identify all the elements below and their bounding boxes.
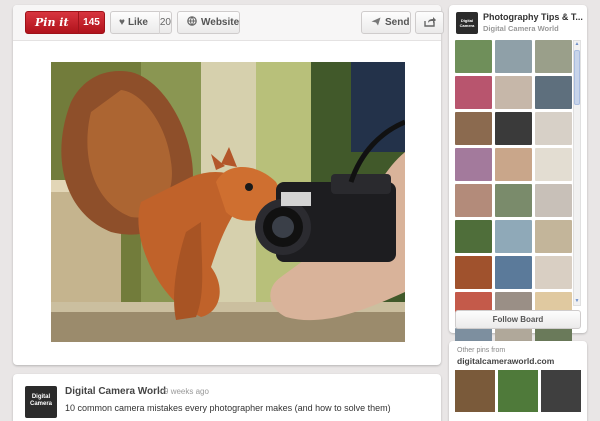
board-pin-thumbnail[interactable]: [535, 184, 572, 217]
board-title-link[interactable]: Photography Tips & T...: [483, 12, 583, 22]
share-button[interactable]: [415, 11, 444, 34]
board-pin-thumbnail[interactable]: [495, 40, 532, 73]
scroll-down-icon[interactable]: ▼: [574, 298, 580, 305]
send-button[interactable]: Send: [361, 11, 411, 34]
like-label: Like: [127, 17, 148, 28]
board-pin-thumbnail[interactable]: [495, 112, 532, 145]
pin-it-button[interactable]: Pin it 145: [25, 11, 105, 34]
board-pin-thumbnail[interactable]: [455, 76, 492, 109]
send-label: Send: [385, 17, 410, 28]
board-avatar[interactable]: Digital Camera: [456, 12, 478, 34]
board-pin-thumbnail[interactable]: [455, 184, 492, 217]
board-pin-thumbnail[interactable]: [495, 220, 532, 253]
pin-count: 145: [83, 17, 100, 28]
other-pins-thumbnail-grid: [455, 370, 581, 412]
board-owner-link[interactable]: Digital Camera World: [483, 24, 559, 33]
board-pin-thumbnail[interactable]: [455, 40, 492, 73]
squirrel-camera-photo: [51, 62, 405, 342]
pin-image[interactable]: [51, 62, 405, 342]
board-pin-thumbnail[interactable]: [455, 220, 492, 253]
heart-icon: ♥: [119, 17, 125, 28]
board-pin-thumbnail[interactable]: [535, 256, 572, 289]
pin-it-label: Pin it: [35, 16, 69, 29]
board-pin-thumbnail[interactable]: [535, 112, 572, 145]
like-button[interactable]: ♥ Like 20: [110, 11, 172, 34]
board-pin-thumbnail[interactable]: [455, 148, 492, 181]
pin-author-link[interactable]: Digital Camera World: [65, 386, 166, 397]
board-card: Digital Camera Photography Tips & T... D…: [449, 5, 587, 361]
board-pin-thumbnail[interactable]: [495, 76, 532, 109]
other-pins-heading: Other pins from: [457, 347, 506, 354]
like-count: 20: [159, 17, 171, 28]
board-pin-thumbnail[interactable]: [455, 112, 492, 145]
pin-timestamp: • 9 weeks ago: [159, 387, 209, 396]
scroll-thumb[interactable]: [574, 50, 580, 105]
other-pin-thumbnail[interactable]: [498, 370, 538, 412]
board-avatar-text: Digital Camera: [459, 18, 475, 28]
follow-board-button[interactable]: Follow Board: [455, 310, 581, 329]
avatar-text: Digital Camera: [29, 394, 52, 407]
board-pin-thumbnail[interactable]: [535, 148, 572, 181]
board-pin-thumbnail[interactable]: [455, 256, 492, 289]
other-pin-thumbnail[interactable]: [455, 370, 495, 412]
pin-card: Pin it 145 ♥ Like 20 Website Send: [13, 5, 444, 365]
pin-action-bar: Pin it 145 ♥ Like 20 Website Send: [13, 5, 444, 41]
board-pin-thumbnail[interactable]: [495, 148, 532, 181]
board-pin-thumbnail[interactable]: [495, 256, 532, 289]
board-pin-thumbnail[interactable]: [535, 220, 572, 253]
board-pin-thumbnail[interactable]: [495, 184, 532, 217]
pin-description-card: Digital Camera Digital Camera World • 9 …: [13, 374, 441, 421]
scroll-up-icon[interactable]: ▲: [574, 41, 580, 48]
avatar[interactable]: Digital Camera: [25, 386, 57, 418]
board-thumbnail-grid: [455, 40, 572, 361]
website-button[interactable]: Website: [177, 11, 240, 34]
website-label: Website: [201, 17, 240, 28]
globe-icon: [178, 16, 197, 29]
board-pin-thumbnail[interactable]: [535, 40, 572, 73]
other-pins-domain-link[interactable]: digitalcameraworld.com: [457, 356, 554, 366]
board-pin-thumbnail[interactable]: [535, 76, 572, 109]
other-pins-card: Other pins from digitalcameraworld.com: [449, 341, 587, 421]
other-pin-thumbnail[interactable]: [541, 370, 581, 412]
send-icon: [362, 17, 381, 29]
share-icon: [423, 16, 436, 30]
board-scrollbar[interactable]: ▲ ▼: [573, 40, 581, 306]
pin-description: 10 common camera mistakes every photogra…: [65, 403, 391, 413]
